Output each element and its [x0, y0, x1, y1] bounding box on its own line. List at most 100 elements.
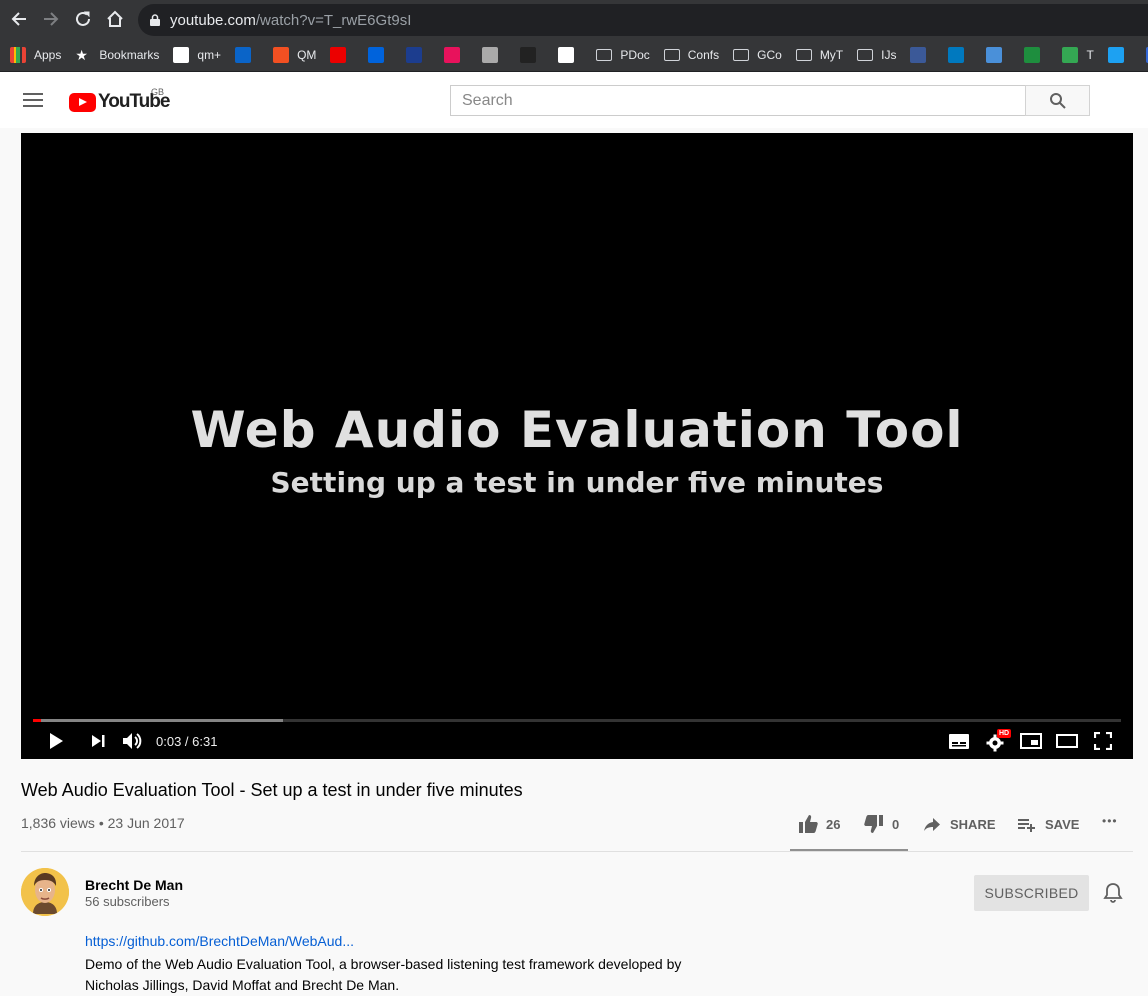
forward-arrow-icon[interactable]	[40, 8, 62, 30]
lock-icon	[150, 14, 160, 26]
volume-icon	[123, 733, 142, 749]
save-label: SAVE	[1045, 816, 1080, 832]
bookmark-item[interactable]: Apps	[10, 46, 62, 63]
bookmark-item[interactable]	[482, 46, 506, 63]
dislike-button[interactable]: 0	[864, 814, 899, 834]
playlist-add-icon	[1018, 819, 1035, 832]
video-title: Web Audio Evaluation Tool - Set up a tes…	[21, 780, 523, 800]
dislike-count: 0	[892, 816, 900, 832]
back-arrow-icon[interactable]	[8, 8, 30, 30]
divider	[21, 851, 1133, 852]
bookmark-item[interactable]	[520, 46, 544, 63]
like-count: 26	[826, 816, 841, 832]
bookmark-label: MyT	[819, 47, 844, 62]
bookmark-item[interactable]: Confs	[663, 48, 719, 62]
url-host: youtube.com	[170, 11, 256, 29]
bookmark-item[interactable]	[948, 46, 972, 63]
facebook-icon	[910, 46, 927, 63]
bookmark-item[interactable]	[444, 46, 468, 63]
channel-name[interactable]: Brecht De Man	[85, 877, 183, 893]
hd-badge: HD	[997, 729, 1012, 738]
play-triangle-icon	[444, 46, 461, 63]
bookmark-item[interactable]: ★ Bookmarks	[75, 47, 159, 63]
progress-bar[interactable]	[33, 719, 1121, 722]
leaf-icon	[1062, 46, 1079, 63]
share-arrow-icon	[924, 818, 940, 831]
settings-button[interactable]: HD	[984, 729, 1012, 753]
subtitles-button[interactable]	[947, 729, 971, 753]
chameleon-icon	[1024, 46, 1041, 63]
youtube-play-logo-icon	[69, 92, 96, 112]
bookmark-label: PDoc	[620, 47, 650, 62]
bookmark-item[interactable]	[330, 46, 354, 63]
miniplayer-button[interactable]	[1019, 729, 1043, 753]
fullscreen-button[interactable]	[1091, 729, 1115, 753]
like-button[interactable]: 26	[798, 814, 840, 834]
bookmark-label: Apps	[34, 47, 62, 62]
address-bar[interactable]: youtube.com/watch?v=T_rwE6Gt9sI	[138, 4, 1148, 36]
share-button[interactable]: SHARE	[922, 814, 996, 834]
volume-button[interactable]	[120, 729, 144, 753]
thumbs-down-icon	[864, 815, 883, 833]
bookmark-item[interactable]	[1024, 46, 1048, 63]
twitter-icon	[1107, 46, 1124, 63]
youtube-logo[interactable]: YouTube GB	[69, 87, 170, 113]
search-button[interactable]	[1025, 85, 1090, 116]
search-input[interactable]: Search	[450, 85, 1026, 116]
bookmark-label: QM	[297, 47, 317, 62]
bookmark-label: qm+	[197, 47, 222, 62]
video-player[interactable]: Web Audio Evaluation Tool Setting up a t…	[21, 133, 1133, 759]
channel4-icon	[482, 46, 499, 63]
video-meta: 1,836 views • 23 Jun 2017	[21, 815, 185, 831]
youtube-header: YouTube GB Search	[0, 72, 1148, 128]
more-dots-icon: •••	[1102, 814, 1118, 828]
channel-avatar[interactable]	[21, 868, 69, 916]
bookmark-item[interactable]	[406, 46, 430, 63]
url-text: youtube.com/watch?v=T_rwE6Gt9sI	[170, 12, 411, 29]
video-overlay-subtitle: Setting up a test in under five minutes	[270, 466, 884, 499]
bookmarks-bar: Apps ★ Bookmarks qm+ QM PDoc Confs GCo MyT IJs T	[0, 38, 1148, 72]
puzzle-icon	[558, 46, 575, 63]
home-icon[interactable]	[104, 8, 126, 30]
bookmark-item[interactable]: GCo	[733, 48, 782, 62]
notification-bell-button[interactable]	[1101, 881, 1125, 905]
search-icon	[1049, 92, 1066, 109]
bookmark-item[interactable]	[558, 46, 582, 63]
qmplus-icon	[173, 46, 190, 63]
more-actions-button[interactable]: •••	[1102, 814, 1118, 828]
theater-mode-button[interactable]	[1055, 729, 1079, 753]
folder-icon	[857, 48, 874, 61]
buffered-bar	[33, 719, 284, 722]
bookmark-item[interactable]	[1107, 46, 1132, 63]
description-link[interactable]: https://github.com/BrechtDeMan/WebAud...	[85, 933, 354, 949]
reload-icon[interactable]	[72, 8, 94, 30]
bookmark-item[interactable]	[910, 46, 934, 63]
blue-square-icon	[406, 46, 423, 63]
bookmark-item[interactable]: MyT	[795, 47, 844, 62]
avatar-cartoon-icon	[21, 868, 69, 916]
apps-grid-icon	[10, 46, 26, 63]
bookmark-item[interactable]	[368, 46, 392, 63]
fullscreen-icon	[1094, 732, 1112, 750]
save-button[interactable]: SAVE	[1017, 814, 1079, 834]
bookmark-item[interactable]: T	[1062, 46, 1094, 63]
folder-icon	[663, 48, 680, 61]
bookmark-label: Bookmarks	[99, 47, 160, 62]
bookmark-item[interactable]: QM	[273, 46, 317, 63]
time-display: 0:03 / 6:31	[156, 734, 218, 749]
theater-icon	[1056, 734, 1078, 748]
bookmark-item[interactable]: qm+	[173, 46, 222, 63]
play-button[interactable]	[45, 729, 67, 753]
subscribe-button[interactable]: SUBSCRIBED	[974, 875, 1089, 911]
bookmark-item[interactable]	[986, 46, 1010, 63]
next-button[interactable]	[87, 729, 109, 753]
folder-icon	[596, 48, 613, 61]
microsoft-icon	[273, 46, 290, 63]
subtitles-icon	[949, 733, 969, 749]
bookmark-item[interactable]	[235, 46, 259, 63]
region-code: GB	[151, 87, 165, 97]
bookmark-item[interactable]: PDoc	[596, 47, 650, 62]
bookmark-item[interactable]: IJs	[857, 48, 896, 62]
bell-icon	[1103, 883, 1123, 903]
menu-hamburger-icon[interactable]	[23, 93, 43, 107]
